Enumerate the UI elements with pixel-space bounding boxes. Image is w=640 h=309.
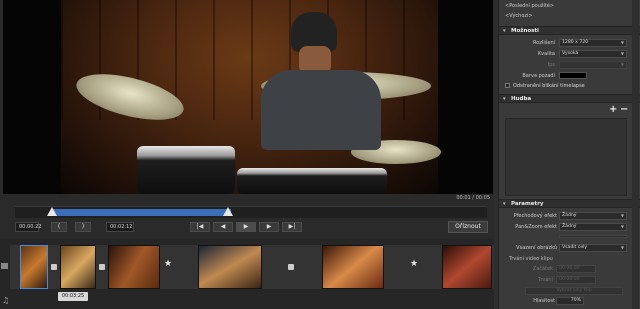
- bg-color-swatch[interactable]: [559, 72, 587, 79]
- length-label: Trvání: [538, 277, 553, 283]
- go-to-end-button[interactable]: ▶|: [282, 222, 302, 232]
- add-music-icon[interactable]: +: [609, 104, 617, 115]
- quality-select[interactable]: Vysoká ▼: [559, 50, 627, 58]
- fps-select[interactable]: ▼: [559, 61, 627, 69]
- transition-label: Přechodový efekt: [513, 213, 557, 219]
- insert-images-label: Vsazení obrázků: [516, 245, 557, 251]
- trim-scrubber[interactable]: [15, 206, 487, 218]
- video-editor-window: 00:01 / 00:05 00:00:22 ( ) 00:02:12 |◀ ◀…: [0, 0, 640, 309]
- trim-start-handle[interactable]: [47, 207, 57, 216]
- drummer-shirt: [261, 70, 381, 150]
- chevron-down-icon: ▼: [620, 40, 624, 45]
- panzoom-label: Pan&Zoom efekt: [515, 224, 557, 230]
- set-end-button[interactable]: ): [75, 222, 91, 232]
- volume-label: Hlasitost: [533, 298, 555, 304]
- end-time-field[interactable]: 00:02:12: [106, 222, 134, 232]
- insert-images-select[interactable]: Vsadit celý ▼: [559, 244, 627, 252]
- clip-duration-label: Trvání video klipu: [509, 256, 553, 262]
- default-link[interactable]: <Výchozí>: [505, 13, 533, 19]
- image-icon: [1, 263, 8, 269]
- resolution-select[interactable]: 1280 x 720 ▼: [559, 39, 627, 47]
- storyboard-row: ★ ★: [10, 245, 494, 289]
- remove-music-icon[interactable]: −: [620, 104, 628, 115]
- set-start-button[interactable]: (: [51, 222, 67, 232]
- clip-thumb-5[interactable]: [322, 245, 384, 289]
- start-field[interactable]: 00:00:00: [556, 265, 596, 273]
- music-note-icon[interactable]: ♫: [2, 296, 9, 305]
- start-time-field[interactable]: 00:00:22: [15, 222, 41, 232]
- go-to-start-button[interactable]: |◀: [190, 222, 210, 232]
- chevron-down-icon: ▼: [620, 51, 624, 56]
- panel-scrollbar[interactable]: [632, 0, 639, 309]
- play-button[interactable]: ▶: [236, 222, 256, 232]
- snare-drum: [137, 146, 235, 194]
- length-field[interactable]: 00:00:00: [556, 276, 596, 284]
- transition-icon[interactable]: [51, 264, 57, 270]
- quality-label: Kvalita: [537, 51, 555, 57]
- trim-end-handle[interactable]: [223, 207, 233, 216]
- clip-thumb-4[interactable]: [198, 245, 262, 289]
- recent-link[interactable]: <Poslední použité>: [505, 3, 554, 9]
- fps-label: fps: [547, 62, 555, 68]
- video-frame-drummer: [61, 0, 441, 194]
- transition-icon[interactable]: [99, 264, 105, 270]
- time-readout: 00:01 / 00:05: [456, 195, 490, 201]
- chevron-down-icon: ▼: [620, 213, 624, 218]
- panzoom-slider[interactable]: [559, 235, 627, 238]
- next-frame-button[interactable]: ▶: [259, 222, 279, 232]
- chevron-down-icon: ▼: [620, 224, 624, 229]
- clip-thumb-3[interactable]: [108, 245, 160, 289]
- clip-thumb-1[interactable]: [20, 245, 48, 289]
- select-whole-clip-button[interactable]: Vybrat celý klip: [525, 287, 623, 295]
- music-section-header[interactable]: ▾ Hudba: [499, 94, 640, 103]
- music-list[interactable]: [505, 118, 627, 196]
- collapse-icon: ▾: [503, 96, 506, 102]
- trim-button[interactable]: Oříznout: [448, 221, 488, 233]
- bg-color-label: Barva pozadí: [522, 73, 555, 79]
- trim-selection[interactable]: [53, 209, 231, 216]
- options-section-header[interactable]: ▾ Možnosti: [499, 26, 640, 35]
- transition-icon[interactable]: [288, 264, 294, 270]
- flicker-label: Odstranění blikání timelapse: [513, 83, 585, 89]
- star-icon[interactable]: ★: [164, 259, 172, 269]
- transition-select[interactable]: Žádný ▼: [559, 212, 627, 220]
- editor-left-pane: 00:01 / 00:05 00:00:22 ( ) 00:02:12 |◀ ◀…: [0, 0, 494, 309]
- star-icon[interactable]: ★: [410, 259, 418, 269]
- clip-time-label: 00:03:25: [58, 292, 88, 301]
- flicker-checkbox[interactable]: [505, 83, 510, 88]
- chevron-down-icon: ▼: [620, 245, 624, 250]
- video-preview: [3, 0, 493, 194]
- storyboard-timeline: ★ ★ 00:03:25 ♫: [0, 239, 494, 309]
- resolution-label: Rozlišení: [533, 40, 555, 46]
- tom-drum: [237, 168, 387, 194]
- settings-panel: <Poslední použité> <Výchozí> ▾ Možnosti …: [498, 0, 640, 309]
- collapse-icon: ▾: [503, 28, 506, 34]
- panzoom-select[interactable]: Žádný ▼: [559, 223, 627, 231]
- clip-thumb-6[interactable]: [442, 245, 492, 289]
- clip-thumb-2[interactable]: [60, 245, 96, 289]
- collapse-icon: ▾: [503, 201, 506, 207]
- previous-frame-button[interactable]: ◀: [213, 222, 233, 232]
- volume-field[interactable]: 70%: [556, 297, 584, 305]
- parameters-section-header[interactable]: ▾ Parametry: [499, 199, 640, 208]
- start-label: Začátek: [532, 266, 553, 272]
